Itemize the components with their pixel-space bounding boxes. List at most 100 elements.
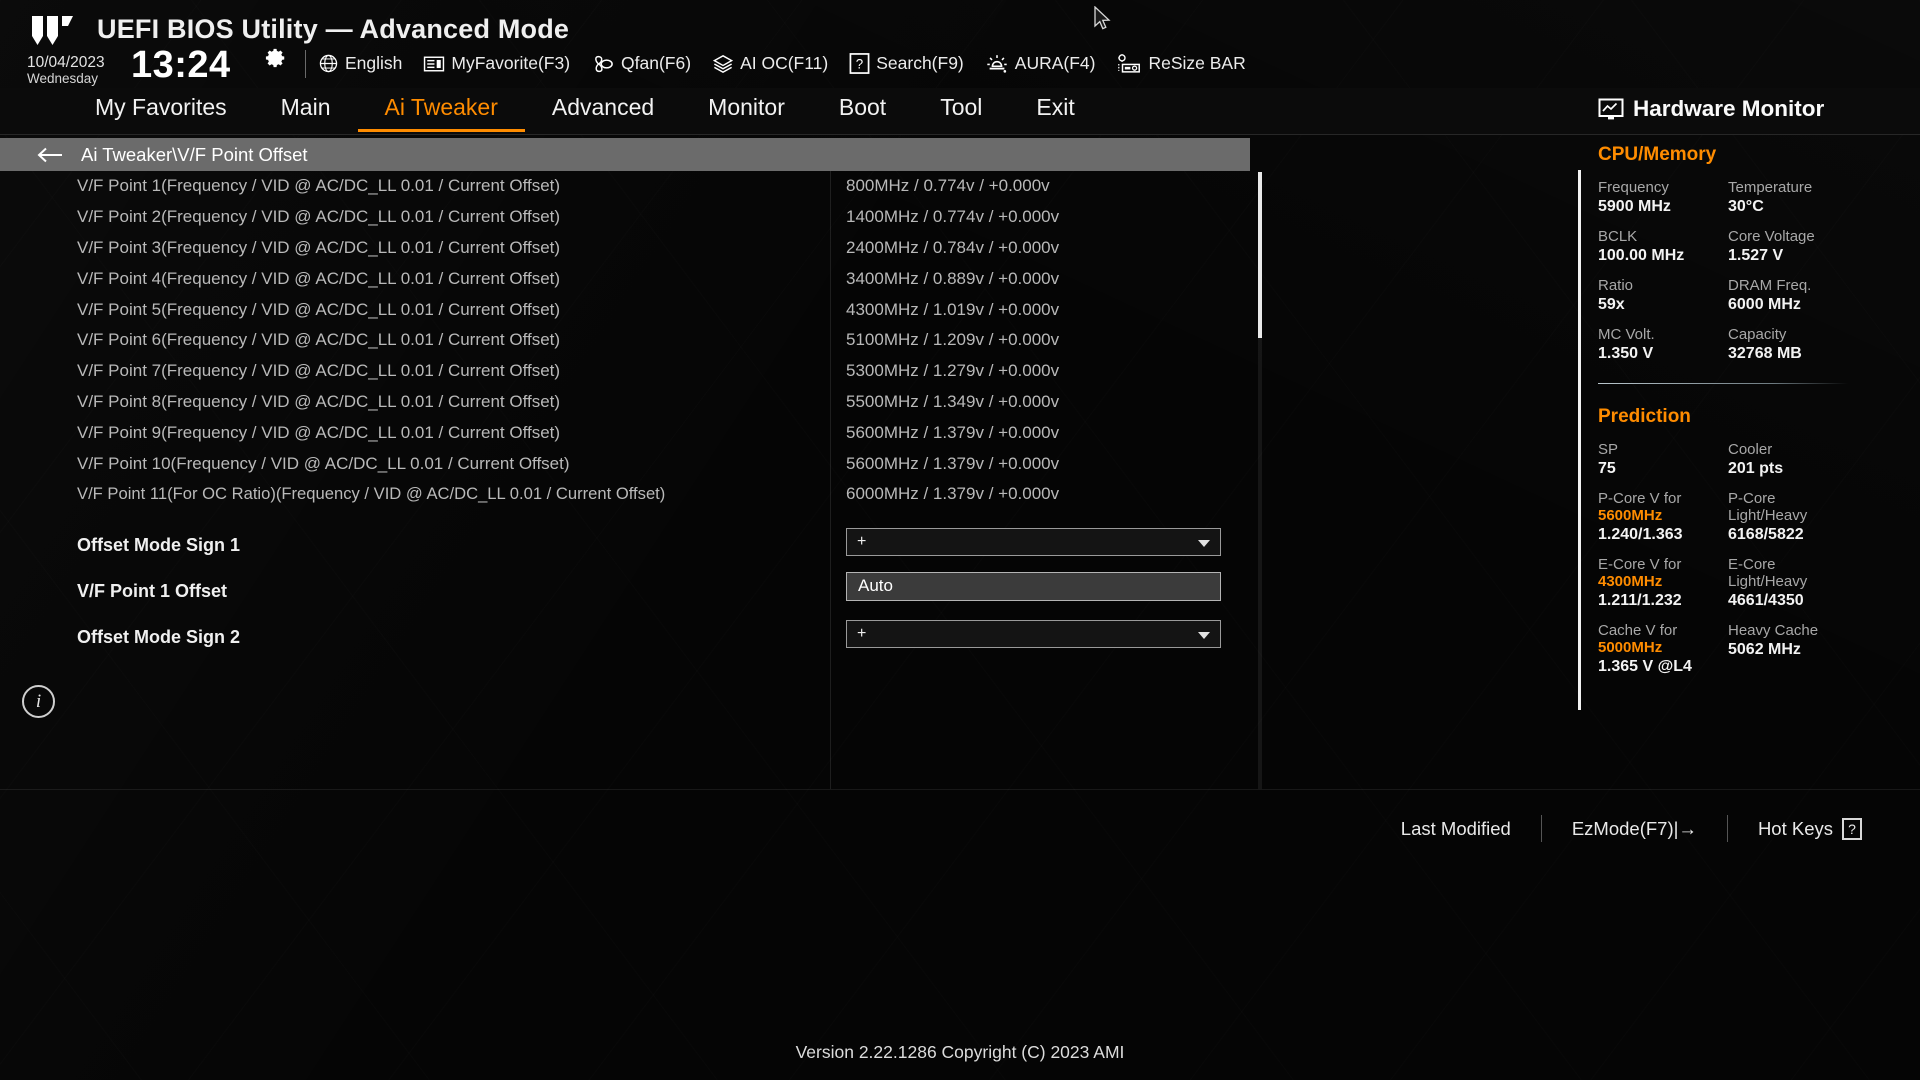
list-item[interactable]: V/F Point 3(Frequency / VID @ AC/DC_LL 0… — [0, 233, 1262, 264]
header-divider — [305, 50, 306, 78]
aura-icon — [987, 55, 1007, 73]
resize-bar-button[interactable]: ReSize BAR — [1116, 53, 1246, 74]
hotkeys-label: Hot Keys — [1757, 817, 1833, 839]
resize-bar-icon — [1118, 54, 1141, 73]
qfan-icon — [595, 55, 613, 72]
cpu-memory-grid: Frequency 5900 MHz Temperature 30°C BCLK… — [1598, 179, 1920, 363]
tab-ai-tweaker[interactable]: Ai Tweaker — [357, 89, 525, 132]
mc-volt-cell: MC Volt. 1.350 V — [1598, 326, 1728, 363]
cpu-memory-section-title: CPU/Memory — [1598, 144, 1717, 165]
ezmode-label: EzMode(F7)|→ — [1571, 817, 1697, 839]
tab-monitor[interactable]: Monitor — [681, 89, 812, 132]
capacity-label: Capacity — [1728, 326, 1787, 343]
back-arrow-icon[interactable] — [36, 146, 64, 164]
bios-screen: UEFI BIOS Utility — Advanced Mode 10/04/… — [0, 0, 1920, 1080]
footer-top-rule — [0, 789, 1920, 790]
hotkeys-button[interactable]: Hot Keys ? — [1728, 817, 1892, 840]
pcore-voltage-cell: P-Core V for 5600MHz 1.240/1.363 — [1598, 490, 1728, 544]
ecore-score-label-b: Light/Heavy — [1728, 573, 1808, 590]
ecore-score-label-a: E-Core — [1728, 556, 1776, 573]
qfan-button[interactable]: Qfan(F6) — [591, 53, 691, 74]
ezmode-button[interactable]: EzMode(F7)|→ — [1542, 818, 1727, 840]
ai-oc-button[interactable]: AI OC(F11) — [712, 53, 828, 74]
offset-mode-sign-2-value: + — [857, 624, 867, 642]
vf-point-6-label: V/F Point 6(Frequency / VID @ AC/DC_LL 0… — [77, 330, 561, 350]
list-item[interactable]: V/F Point 4(Frequency / VID @ AC/DC_LL 0… — [0, 263, 1262, 294]
question-box-icon: ? — [849, 53, 870, 74]
sp-label: SP — [1598, 441, 1619, 458]
last-modified-button[interactable]: Last Modified — [1371, 818, 1541, 840]
tab-tool[interactable]: Tool — [913, 89, 1009, 132]
list-item[interactable]: V/F Point 9(Frequency / VID @ AC/DC_LL 0… — [0, 417, 1262, 448]
offset-mode-sign-1-value: + — [857, 532, 867, 550]
hardware-monitor-header: Hardware Monitor — [1598, 96, 1920, 122]
info-icon[interactable]: i — [22, 685, 55, 718]
vf-point-4-label: V/F Point 4(Frequency / VID @ AC/DC_LL 0… — [77, 268, 561, 288]
tab-boot[interactable]: Boot — [812, 89, 913, 132]
gear-icon[interactable] — [265, 47, 287, 69]
offset-mode-sign-2-label: Offset Mode Sign 2 — [77, 626, 241, 647]
capacity-cell: Capacity 32768 MB — [1728, 326, 1920, 363]
language-button[interactable]: English — [318, 53, 402, 74]
vf-point-2-label: V/F Point 2(Frequency / VID @ AC/DC_LL 0… — [77, 207, 561, 227]
language-label: English — [345, 53, 403, 73]
ratio-label: Ratio — [1598, 277, 1634, 294]
vf-point-3-label: V/F Point 3(Frequency / VID @ AC/DC_LL 0… — [77, 237, 561, 257]
prediction-grid: SP 75 Cooler 201 pts P-Core V for 5600MH… — [1598, 441, 1920, 676]
date-value: 10/04/2023 — [27, 54, 105, 71]
mouse-cursor — [1094, 6, 1111, 30]
weekday-value: Wednesday — [27, 70, 99, 86]
vf-point-9-value: 5600MHz / 1.379v / +0.000v — [846, 422, 1060, 442]
offset-mode-sign-1-select[interactable]: + — [846, 527, 1221, 556]
chevron-down-icon[interactable] — [1198, 631, 1210, 639]
cooler-value: 201 pts — [1728, 460, 1784, 477]
favorites-icon — [424, 56, 445, 71]
list-item[interactable]: V/F Point 5(Frequency / VID @ AC/DC_LL 0… — [0, 294, 1262, 325]
list-item[interactable]: V/F Point 10(Frequency / VID @ AC/DC_LL … — [0, 448, 1262, 479]
list-item[interactable]: V/F Point 11(For OC Ratio)(Frequency / V… — [0, 479, 1262, 510]
breadcrumb[interactable]: Ai Tweaker\V/F Point Offset — [0, 138, 1250, 171]
offset-mode-sign-1-row: Offset Mode Sign 1 + — [0, 526, 1262, 572]
tab-my-favorites[interactable]: My Favorites — [68, 89, 254, 132]
hardware-monitor-panel: Hardware Monitor CPU/Memory Frequency 59… — [1580, 96, 1920, 776]
bclk-cell: BCLK 100.00 MHz — [1598, 228, 1728, 265]
search-button[interactable]: ? Search(F9) — [849, 52, 964, 75]
tab-exit[interactable]: Exit — [1009, 89, 1101, 132]
tab-main[interactable]: Main — [254, 89, 358, 132]
vf-point-8-value: 5500MHz / 1.349v / +0.000v — [846, 391, 1060, 411]
cooler-cell: Cooler 201 pts — [1728, 441, 1920, 478]
list-item[interactable]: V/F Point 7(Frequency / VID @ AC/DC_LL 0… — [0, 356, 1262, 387]
myfavorite-button[interactable]: MyFavorite(F3) — [423, 53, 570, 74]
hardware-monitor-title: Hardware Monitor — [1633, 96, 1825, 121]
chevron-down-icon[interactable] — [1198, 539, 1210, 547]
list-item[interactable]: V/F Point 1(Frequency / VID @ AC/DC_LL 0… — [0, 171, 1262, 202]
vf-point-1-offset-input[interactable]: Auto — [846, 571, 1221, 601]
bclk-label: BCLK — [1598, 228, 1638, 245]
cache-voltage-cell: Cache V for 5000MHz 1.365 V @L4 — [1598, 622, 1728, 676]
hardware-monitor-rule — [1598, 383, 1848, 384]
vf-point-11-label: V/F Point 11(For OC Ratio)(Frequency / V… — [77, 484, 666, 504]
list-item[interactable]: V/F Point 2(Frequency / VID @ AC/DC_LL 0… — [0, 202, 1262, 233]
temperature-label: Temperature — [1728, 179, 1813, 196]
tuf-gaming-logo — [32, 16, 73, 45]
list-item[interactable]: V/F Point 6(Frequency / VID @ AC/DC_LL 0… — [0, 325, 1262, 356]
monitor-graph-icon — [1598, 98, 1624, 119]
header-toolbar: English MyFavorite(F3) Qfan(F6) AI OC(F1… — [318, 52, 1246, 75]
list-scrollbar-thumb[interactable] — [1258, 172, 1262, 338]
heavy-cache-value: 5062 MHz — [1728, 641, 1801, 658]
tab-advanced[interactable]: Advanced — [525, 89, 681, 132]
offset-mode-sign-2-select[interactable]: + — [846, 619, 1221, 648]
clock-value: 13:24 — [131, 44, 231, 86]
vf-point-9-label: V/F Point 9(Frequency / VID @ AC/DC_LL 0… — [77, 422, 561, 442]
cache-voltage-label: Cache V for — [1598, 622, 1678, 639]
search-label: Search(F9) — [876, 53, 964, 73]
aura-label: AURA(F4) — [1014, 53, 1096, 73]
ratio-cell: Ratio 59x — [1598, 277, 1728, 314]
ai-oc-label: AI OC(F11) — [740, 53, 829, 73]
aura-button[interactable]: AURA(F4) — [985, 53, 1096, 74]
resize-bar-label: ReSize BAR — [1148, 53, 1246, 73]
pcore-score-cell: P-Core Light/Heavy 6168/5822 — [1728, 490, 1920, 544]
list-item[interactable]: V/F Point 8(Frequency / VID @ AC/DC_LL 0… — [0, 387, 1262, 418]
cache-voltage-value: 1.365 V @L4 — [1598, 658, 1692, 675]
ai-oc-icon — [712, 54, 734, 73]
